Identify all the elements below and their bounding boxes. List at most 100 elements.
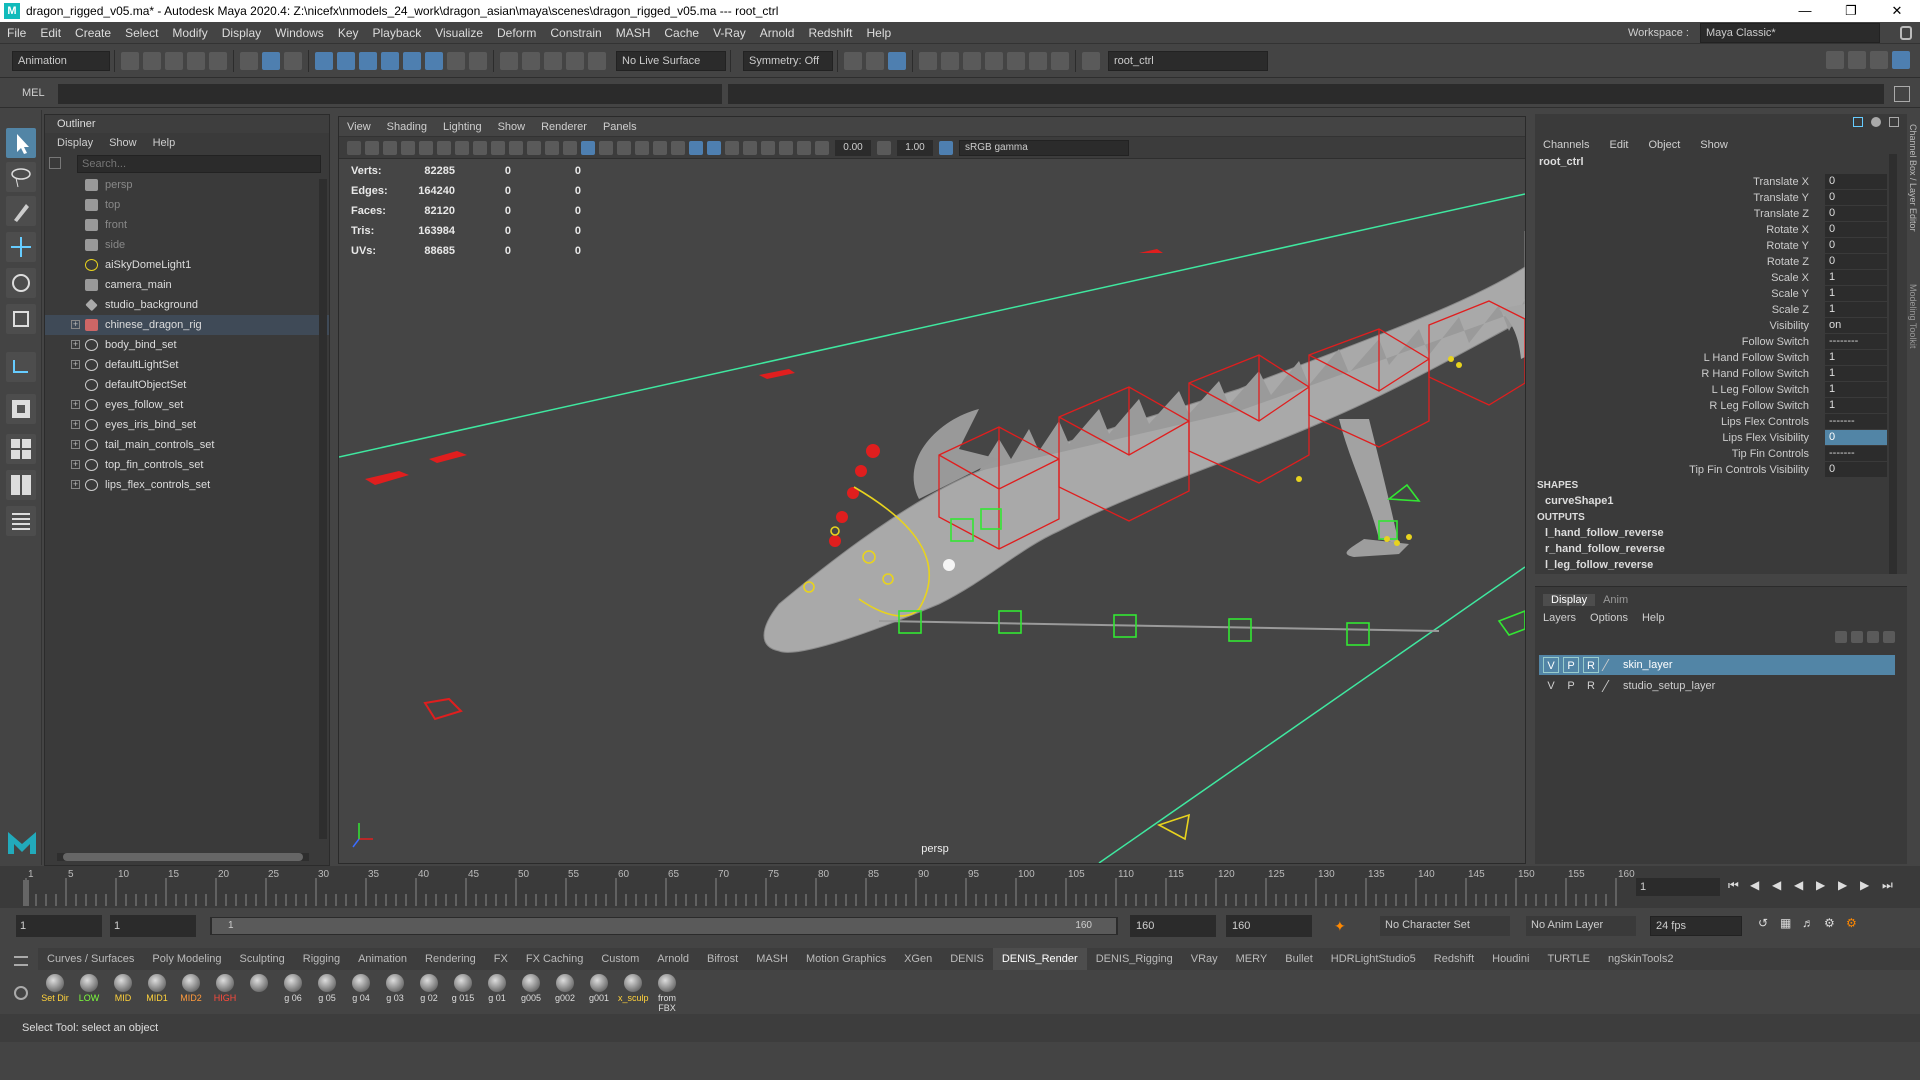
select-tool-icon[interactable] [6,128,36,158]
shelf-tab-bifrost[interactable]: Bifrost [698,948,747,970]
arnold-render-icon[interactable] [985,51,1003,70]
menu-redshift[interactable]: Redshift [801,22,859,44]
shelf-menu-icon[interactable] [14,956,28,966]
lock-selection-icon[interactable] [469,51,487,70]
channel-box-icon[interactable] [1892,51,1910,69]
workspace-dropdown[interactable]: Maya Classic* [1700,23,1880,43]
redo-icon[interactable] [209,51,227,70]
channel-row[interactable]: L Hand Follow Switch 1 [1535,350,1907,366]
filter-icon[interactable] [49,157,61,169]
modeling-toolkit-icon[interactable] [1826,51,1844,69]
select-hierarchy-icon[interactable] [240,51,258,70]
shelf-button[interactable]: MID [108,972,138,1010]
step-back-key-icon[interactable]: ◀ [1772,878,1790,896]
viewport-menu-renderer[interactable]: Renderer [533,117,595,137]
shelf-button[interactable]: MID1 [142,972,172,1010]
channel-menu-show[interactable]: Show [1700,139,1728,151]
layer-menu-options[interactable]: Options [1590,612,1628,624]
channel-value[interactable]: 1 [1825,286,1887,301]
channel-row[interactable]: Lips Flex Controls ------- [1535,414,1907,430]
scale-tool-icon[interactable] [6,304,36,334]
channel-value[interactable]: 0 [1825,222,1887,237]
channel-value[interactable]: 0 [1825,254,1887,269]
layer-tab-display[interactable]: Display [1543,594,1596,606]
outliner-item[interactable]: studio_background [45,295,329,315]
outliner-item[interactable]: + tail_main_controls_set [45,435,329,455]
select-component-icon[interactable] [284,51,302,70]
menu-modify[interactable]: Modify [165,22,214,44]
layer-v-toggle[interactable]: V [1543,657,1559,673]
channel-value[interactable]: 0 [1825,190,1887,205]
shelf-button[interactable]: LOW [74,972,104,1010]
menu-windows[interactable]: Windows [268,22,331,44]
dragon-mesh[interactable] [763,231,1525,653]
outliner-item[interactable]: + chinese_dragon_rig [45,315,329,335]
shelf-button[interactable]: g005 [516,972,546,1010]
symmetry-dropdown[interactable]: Symmetry: Off [743,50,833,71]
channel-row[interactable]: Scale X 1 [1535,270,1907,286]
minimize-icon[interactable]: — [1782,0,1828,22]
channel-menu-object[interactable]: Object [1648,139,1680,151]
menu-key[interactable]: Key [331,22,366,44]
layer-v-toggle[interactable]: V [1543,678,1559,694]
channel-row[interactable]: Visibility on [1535,318,1907,334]
gate-mask-icon[interactable] [509,140,523,155]
shelf-tab-fx[interactable]: FX [485,948,517,970]
channel-row[interactable]: Rotate Y 0 [1535,238,1907,254]
snap-curve-icon[interactable] [337,51,355,70]
outliner-item[interactable]: + body_bind_set [45,335,329,355]
expand-icon[interactable]: + [71,320,80,329]
shelf-tab-motion-graphics[interactable]: Motion Graphics [797,948,895,970]
current-frame-field[interactable]: 1 [1636,878,1720,896]
range-slider-track[interactable]: 1 160 [210,917,1118,935]
shelf-button[interactable]: g 02 [414,972,444,1010]
grease-pencil-icon[interactable] [437,140,451,155]
channel-value[interactable]: 0 [1825,174,1887,189]
hypershade-icon[interactable] [963,51,981,70]
field-chart-icon[interactable] [527,140,541,155]
rotate-tool-icon[interactable] [6,268,36,298]
name-field-icon[interactable] [1082,51,1100,70]
wireframe-icon[interactable] [563,140,577,155]
layer-row[interactable]: V P Rskin_layer [1539,655,1895,675]
menu-file[interactable]: File [0,22,33,44]
close-icon[interactable]: ✕ [1874,0,1920,22]
shelf-tab-mery[interactable]: MERY [1227,948,1277,970]
menu-constrain[interactable]: Constrain [543,22,608,44]
menu-set-dropdown[interactable]: Animation [12,50,110,71]
channel-row[interactable]: Translate X 0 [1535,174,1907,190]
mel-input[interactable] [58,84,722,104]
viewport-panel[interactable]: View Shading Lighting Show Renderer Panels 0.… [338,116,1526,864]
channel-value[interactable]: on [1825,318,1887,333]
outliner-item[interactable]: + lips_flex_controls_set [45,475,329,495]
menu-playback[interactable]: Playback [366,22,429,44]
channel-row[interactable]: Follow Switch -------- [1535,334,1907,350]
select-camera-icon[interactable] [347,140,361,155]
shelf-tab-denis-render[interactable]: DENIS_Render [992,948,1087,970]
channel-box-scrollbar[interactable] [1889,154,1897,574]
new-empty-layer-icon[interactable] [1867,631,1879,643]
attribute-editor-icon[interactable] [1848,51,1866,69]
step-forward-key-icon[interactable]: ▶ [1838,878,1856,896]
channel-value[interactable]: 1 [1825,350,1887,365]
new-layer-selected-icon[interactable] [1883,631,1895,643]
channel-box-tab-icon[interactable] [1853,117,1863,127]
joint-tool-icon[interactable] [6,352,36,382]
outliner-menu-help[interactable]: Help [153,137,176,149]
expand-icon[interactable]: + [71,400,80,409]
layer-tab-anim[interactable]: Anim [1595,594,1636,606]
outliner-item[interactable]: camera_main [45,275,329,295]
use-all-lights-icon[interactable] [653,140,667,155]
pause-icon[interactable] [1051,51,1069,70]
layout-two-view-icon[interactable] [6,470,36,500]
shelf-button[interactable]: Set Dir [40,972,70,1010]
play-forward-icon[interactable]: ▶ [1816,878,1834,896]
magnet-icon[interactable] [566,51,584,70]
undo-icon[interactable] [187,51,205,70]
channel-row[interactable]: Tip Fin Controls ------- [1535,446,1907,462]
render-view-icon[interactable] [866,51,884,70]
script-editor-icon[interactable] [1894,86,1910,102]
channel-row[interactable]: Translate Y 0 [1535,190,1907,206]
outliner-item[interactable]: + top_fin_controls_set [45,455,329,475]
outliner-menu-show[interactable]: Show [109,137,137,149]
